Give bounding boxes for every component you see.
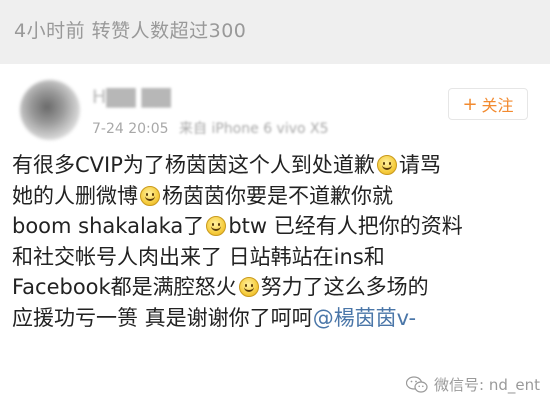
- smile-emoji-icon: [238, 277, 259, 297]
- username[interactable]: H▇▇ ▇▇: [92, 86, 171, 108]
- post-meta: 7-24 20:05 来自 iPhone 6 vivo X5: [92, 118, 329, 138]
- post-text: 杨茵茵你要是不道歉你就: [162, 183, 393, 208]
- smile-emoji-icon: [206, 216, 227, 236]
- post-text: 努力了这么多场的: [260, 275, 429, 299]
- post-text: 有很多CVIP为了杨茵茵这个人到处道歉: [12, 153, 375, 177]
- follow-button[interactable]: + 关注: [448, 88, 528, 120]
- post-body: 有很多CVIP为了杨茵茵这个人到处道歉 请骂 她的人删微博 杨茵茵你要是不道歉你就 …: [12, 150, 542, 333]
- header-bar: 4小时前 转赞人数超过300: [0, 0, 550, 64]
- watermark-text: 微信号: nd_ent: [434, 376, 540, 394]
- post-line: 她的人删微博 杨茵茵你要是不道歉你就: [12, 181, 542, 212]
- post-text: Facebook都是满腔怒火: [12, 275, 237, 299]
- post-source: 来自 iPhone 6 vivo X5: [179, 121, 329, 137]
- post-line: 和社交帐号人肉出来了 日站韩站在ins和: [12, 242, 542, 273]
- post-text: btw 已经有人把你的资料: [228, 214, 463, 238]
- avatar[interactable]: [20, 80, 80, 140]
- smile-emoji-icon: [140, 185, 160, 206]
- watermark: 微信号: nd_ent: [406, 374, 540, 395]
- mention-link[interactable]: @楊茵茵v-: [313, 306, 416, 330]
- post-line: 应援功亏一篑 真是谢谢你了呵呵@楊茵茵v-: [12, 303, 542, 334]
- follow-label: 关注: [481, 96, 514, 115]
- repost-stat-text: 4小时前 转赞人数超过300: [14, 20, 247, 42]
- post-text: 她的人删微博: [12, 183, 138, 208]
- post-text: boom shakalaka了: [12, 214, 205, 238]
- post-text: 应援功亏一篑 真是谢谢你了呵呵: [12, 305, 313, 330]
- plus-icon: +: [462, 93, 478, 115]
- post-line: Facebook都是满腔怒火 努力了这么多场的: [12, 272, 542, 303]
- post-line: boom shakalaka了 btw 已经有人把你的资料: [12, 211, 542, 242]
- smile-emoji-icon: [376, 155, 397, 175]
- post-text: 和社交帐号人肉出来了 日站韩站在ins和: [12, 244, 385, 269]
- post-line: 有很多CVIP为了杨茵茵这个人到处道歉 请骂: [12, 150, 542, 181]
- post-text: 请骂: [398, 153, 441, 177]
- wechat-icon: [406, 375, 428, 393]
- post-time: 7-24 20:05: [92, 121, 169, 137]
